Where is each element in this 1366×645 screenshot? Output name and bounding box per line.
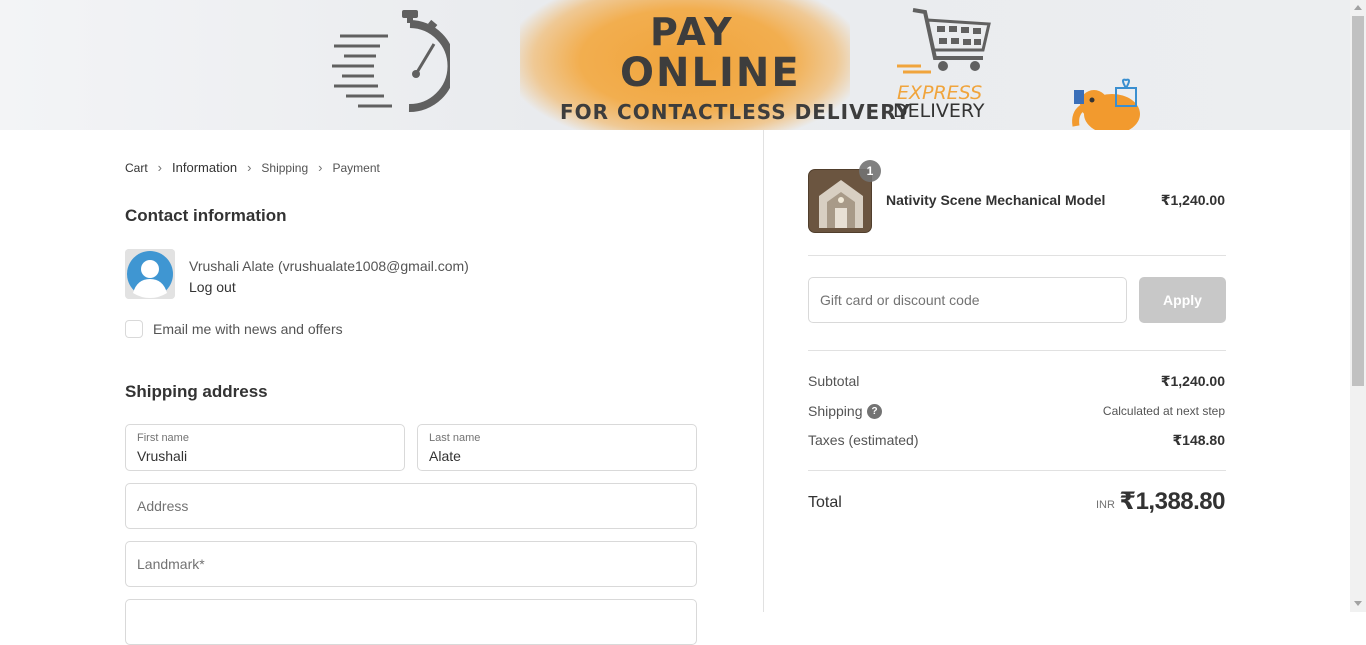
- last-name-field[interactable]: Last name Alate: [417, 424, 697, 471]
- divider: [808, 350, 1226, 351]
- quantity-badge: 1: [859, 160, 881, 182]
- breadcrumb-information: Information: [172, 160, 238, 175]
- promo-banner: PAY ONLINE FOR CONTACTLESS DELIVERY EXPR…: [0, 0, 1350, 130]
- subtotal-label: Subtotal: [808, 373, 860, 389]
- newsletter-checkbox[interactable]: [125, 320, 143, 338]
- first-name-value: Vrushali: [137, 448, 188, 464]
- banner-line-3: FOR CONTACTLESS DELIVERY: [560, 100, 911, 124]
- taxes-value: ₹148.80: [1172, 432, 1225, 448]
- landmark-placeholder: Landmark*: [137, 556, 205, 572]
- landmark-field[interactable]: Landmark*: [125, 541, 697, 587]
- banner-line-2: ONLINE: [620, 50, 801, 96]
- banner-line-1: PAY: [650, 10, 734, 54]
- user-identity: Vrushali Alate (vrushualate1008@gmail.co…: [189, 258, 469, 274]
- shipping-label: Shipping: [808, 403, 863, 419]
- apply-discount-button[interactable]: Apply: [1139, 277, 1226, 323]
- address-field[interactable]: Address: [125, 483, 697, 529]
- currency-code: INR: [1096, 499, 1115, 511]
- shipping-value: Calculated at next step: [1102, 404, 1225, 418]
- scrollbar-thumb[interactable]: [1352, 16, 1364, 386]
- banner-delivery: DELIVERY: [893, 100, 985, 122]
- shipping-address-title: Shipping address: [125, 382, 268, 401]
- user-avatar-icon: [125, 249, 175, 299]
- first-name-field[interactable]: First name Vrushali: [125, 424, 405, 471]
- last-name-value: Alate: [429, 448, 461, 464]
- divider: [808, 255, 1226, 256]
- question-mark-icon[interactable]: ?: [867, 404, 882, 419]
- taxes-label: Taxes (estimated): [808, 432, 919, 448]
- address-placeholder: Address: [137, 498, 189, 514]
- breadcrumb-payment: Payment: [332, 160, 380, 175]
- chevron-right-icon: ›: [318, 160, 323, 175]
- scroll-up-arrow-icon[interactable]: [1354, 5, 1362, 10]
- discount-code-input[interactable]: Gift card or discount code: [808, 277, 1127, 323]
- scroll-down-arrow-icon[interactable]: [1354, 601, 1362, 606]
- shopping-cart-icon: [897, 8, 991, 74]
- chevron-right-icon: ›: [157, 160, 163, 175]
- logout-link[interactable]: Log out: [189, 279, 236, 295]
- chevron-right-icon: ›: [247, 160, 252, 175]
- total-label: Total: [808, 494, 842, 511]
- next-address-field[interactable]: [125, 599, 697, 645]
- divider: [808, 470, 1226, 471]
- breadcrumb-cart[interactable]: Cart: [125, 161, 148, 175]
- product-name: Nativity Scene Mechanical Model: [886, 192, 1106, 208]
- last-name-label: Last name: [429, 432, 481, 444]
- newsletter-label[interactable]: Email me with news and offers: [153, 321, 343, 337]
- breadcrumb: Cart › Information › Shipping › Payment: [125, 160, 380, 175]
- order-summary: 1 Nativity Scene Mechanical Model ₹1,240…: [763, 130, 1350, 612]
- first-name-label: First name: [137, 432, 189, 444]
- elephant-mascot-icon: [1072, 78, 1140, 130]
- stopwatch-icon: [332, 10, 450, 113]
- discount-code-placeholder: Gift card or discount code: [820, 292, 980, 308]
- checkout-main: Cart › Information › Shipping › Payment …: [0, 130, 763, 645]
- contact-information-title: Contact information: [125, 206, 287, 225]
- user-avatar: [125, 249, 175, 299]
- total-value: ₹1,388.80: [1119, 488, 1225, 515]
- product-price: ₹1,240.00: [1160, 192, 1225, 208]
- breadcrumb-shipping: Shipping: [261, 160, 309, 175]
- subtotal-value: ₹1,240.00: [1160, 373, 1225, 389]
